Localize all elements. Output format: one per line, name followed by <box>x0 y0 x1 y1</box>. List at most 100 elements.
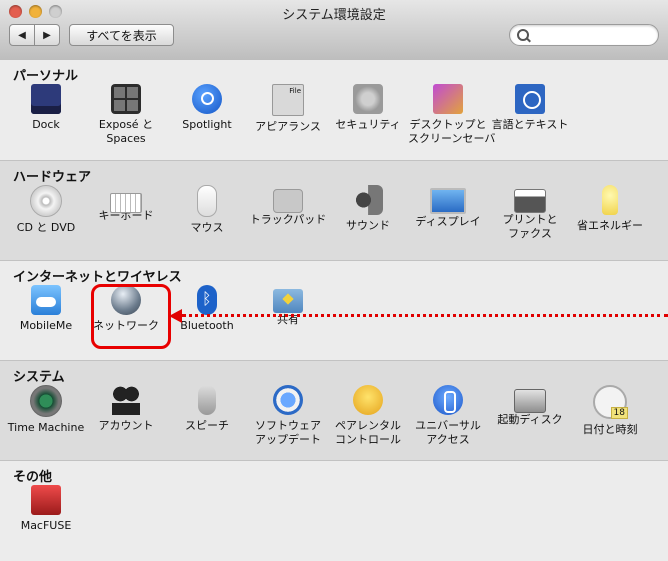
pref-appearance[interactable]: アピアランス <box>248 84 328 134</box>
pref-label: アピアランス <box>255 120 321 133</box>
annotation-arrow-head <box>169 309 182 323</box>
pref-label: 言語とテキスト <box>491 118 569 131</box>
forward-arrow-icon: ▶ <box>43 29 51 41</box>
pref-trackpad[interactable]: トラックパッド <box>248 185 328 227</box>
pref-keyboard[interactable]: キーボード <box>86 185 166 223</box>
pref-label: CD と DVD <box>16 221 76 234</box>
pref-label: トラックパッド <box>249 213 327 226</box>
pref-energy-saver[interactable]: 省エネルギー <box>570 185 650 233</box>
pref-label: 日付と時刻 <box>582 423 638 436</box>
pref-speech[interactable]: スピーチ <box>167 385 247 433</box>
search-input[interactable] <box>534 27 656 43</box>
section-title: その他 <box>13 470 53 485</box>
desktop-screensaver-icon <box>433 84 463 114</box>
cd-dvd-icon <box>30 185 62 217</box>
pref-label: サウンド <box>346 219 390 232</box>
pref-label: Spotlight <box>182 118 232 131</box>
pref-label: Exposé と Spaces <box>86 118 166 146</box>
pref-dock[interactable]: Dock <box>6 84 86 132</box>
network-highlight-box <box>91 284 171 349</box>
spotlight-icon <box>192 84 222 114</box>
accounts-icon <box>112 385 140 415</box>
pref-print-fax[interactable]: プリントと ファクス <box>490 185 570 241</box>
pref-label: Time Machine <box>7 421 85 434</box>
security-icon <box>353 84 383 114</box>
search-icon <box>517 29 529 41</box>
pref-label: マウス <box>190 221 224 234</box>
pref-language-text[interactable]: 言語とテキスト <box>490 84 570 132</box>
bluetooth-icon <box>197 285 217 315</box>
pref-label: セキュリティ <box>335 118 401 131</box>
window-titlebar: システム環境設定 ◀ ▶ すべてを表示 <box>0 0 668 61</box>
pref-label: ペアレンタル コントロール <box>328 419 408 447</box>
parental-controls-icon <box>353 385 383 415</box>
back-arrow-icon: ◀ <box>18 29 26 41</box>
energy-saver-icon <box>602 185 618 215</box>
pref-spotlight[interactable]: Spotlight <box>167 84 247 132</box>
dock-icon <box>31 84 61 114</box>
sharing-icon <box>273 289 303 313</box>
pref-label-line-2: Spaces <box>106 132 146 145</box>
pref-accounts[interactable]: アカウント <box>86 385 166 433</box>
pref-label-line-2: スクリーンセーバ <box>408 132 496 145</box>
pref-label: Dock <box>32 118 60 131</box>
section-title: ハードウェア <box>13 170 92 185</box>
pref-time-machine[interactable]: Time Machine <box>6 385 86 435</box>
pref-sound[interactable]: サウンド <box>328 185 408 233</box>
time-machine-icon <box>30 385 62 417</box>
pref-mobileme[interactable]: MobileMe <box>6 285 86 333</box>
search-field[interactable] <box>509 24 659 46</box>
pref-label-line-1: Exposé と <box>98 118 154 131</box>
pref-label: MobileMe <box>19 319 73 332</box>
date-time-icon <box>593 385 628 419</box>
pref-security[interactable]: セキュリティ <box>328 84 408 132</box>
pref-date-time[interactable]: 日付と時刻 <box>570 385 650 437</box>
pref-label: ソフトウェア アップデート <box>248 419 328 447</box>
pref-software-update[interactable]: ソフトウェア アップデート <box>248 385 328 447</box>
section-title: システム <box>13 370 65 385</box>
pref-label-line-1: デスクトップと <box>409 118 487 131</box>
pref-cd-dvd[interactable]: CD と DVD <box>6 185 86 235</box>
window-title: システム環境設定 <box>282 8 386 23</box>
pref-startup-disk[interactable]: 起動ディスク <box>490 385 570 427</box>
section-title: インターネットとワイヤレス <box>13 270 182 285</box>
section-personal: パーソナル Dock Exposé と Spaces Spotlight アピア… <box>0 60 668 160</box>
pref-label: プリントと ファクス <box>490 213 570 241</box>
speech-icon <box>198 385 216 415</box>
pref-label: ディスプレイ <box>415 215 481 228</box>
pref-desktop-screensaver[interactable]: デスクトップと スクリーンセーバ <box>408 84 496 146</box>
trackpad-icon <box>273 189 303 213</box>
print-fax-icon <box>514 189 546 213</box>
annotation-dotted-arrow-line <box>182 314 668 317</box>
pref-label-line-2: アクセス <box>426 433 470 446</box>
back-button[interactable]: ◀ <box>9 24 35 46</box>
pref-macfuse[interactable]: MacFUSE <box>6 485 86 533</box>
appearance-icon <box>272 84 304 116</box>
pref-label-line-1: ユニバーサル <box>415 419 481 432</box>
pref-label-line-2: ファクス <box>508 227 552 240</box>
pref-label-line-2: コントロール <box>335 433 401 446</box>
display-icon <box>430 188 466 214</box>
section-hardware: ハードウェア CD と DVD キーボード マウス トラックパッド サウンド デ… <box>0 160 668 261</box>
pref-universal-access[interactable]: ユニバーサル アクセス <box>408 385 488 447</box>
pref-mouse[interactable]: マウス <box>167 185 247 235</box>
pref-label: アカウント <box>98 419 154 432</box>
pref-label: ユニバーサル アクセス <box>408 419 488 447</box>
section-other: その他 MacFUSE <box>0 460 668 561</box>
pref-parental-controls[interactable]: ペアレンタル コントロール <box>328 385 408 447</box>
mouse-icon <box>197 185 217 217</box>
forward-button[interactable]: ▶ <box>34 24 60 46</box>
pref-label: MacFUSE <box>20 519 72 532</box>
show-all-button[interactable]: すべてを表示 <box>69 24 174 46</box>
pref-label: デスクトップと スクリーンセーバ <box>408 118 496 146</box>
pref-expose-spaces[interactable]: Exposé と Spaces <box>86 84 166 146</box>
pref-label-line-1: ペアレンタル <box>335 419 401 432</box>
pref-label-line-1: ソフトウェア <box>255 419 321 432</box>
pref-label: 省エネルギー <box>577 219 643 232</box>
pref-display[interactable]: ディスプレイ <box>408 185 488 229</box>
startup-disk-icon <box>514 389 546 413</box>
sound-icon <box>353 185 383 215</box>
pref-sharing[interactable]: 共有 <box>248 285 328 327</box>
section-system: システム Time Machine アカウント スピーチ ソフトウェア アップデ… <box>0 360 668 461</box>
expose-spaces-icon <box>111 84 141 114</box>
